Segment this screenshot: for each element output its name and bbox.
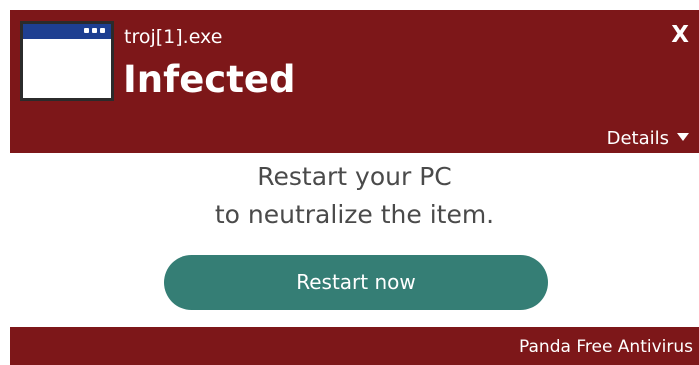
details-button[interactable]: Details (607, 128, 689, 150)
window-titlebar (23, 24, 111, 39)
antivirus-alert-window: troj[1].exe Infected X Details Restart y… (10, 10, 699, 365)
close-icon: X (671, 22, 689, 48)
infection-status: Infected (123, 58, 296, 101)
window-controls-icon (84, 28, 105, 33)
close-button[interactable]: X (671, 22, 689, 48)
alert-header: troj[1].exe Infected X Details (10, 10, 699, 153)
details-label: Details (606, 128, 669, 149)
application-window-icon (20, 21, 114, 101)
message-line-1: Restart your PC (257, 162, 452, 191)
product-name: Panda Free Antivirus (519, 337, 693, 357)
caret-down-icon (677, 133, 689, 141)
infected-filename: troj[1].exe (124, 26, 223, 48)
restart-now-button[interactable]: Restart now (164, 255, 548, 310)
alert-footer: Panda Free Antivirus (10, 327, 699, 365)
message-line-2: to neutralize the item. (214, 200, 495, 229)
restart-message: Restart your PC to neutralize the item. (10, 158, 699, 234)
